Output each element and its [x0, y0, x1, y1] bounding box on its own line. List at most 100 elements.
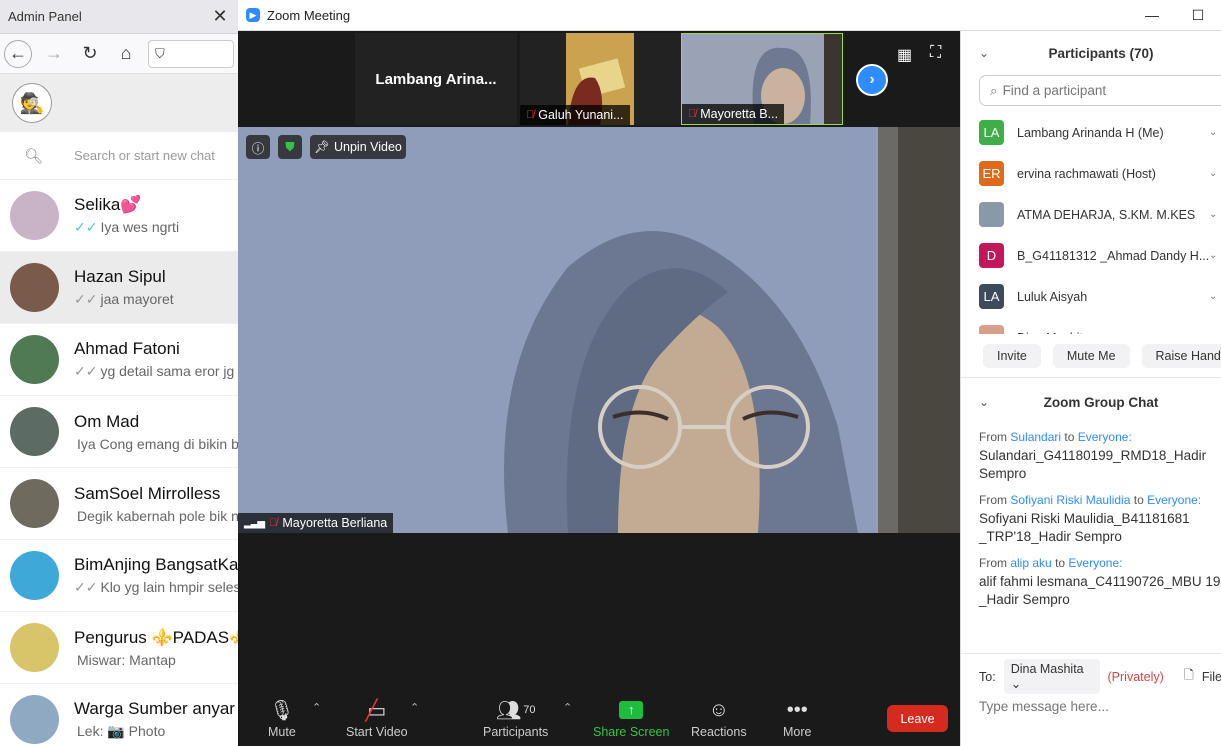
- chat-list-item[interactable]: Warga Sumber anyar Lek: 📷 Photo: [0, 684, 238, 746]
- chevron-down-icon[interactable]: ⌄: [1209, 209, 1221, 220]
- forward-arrow-icon[interactable]: →: [40, 40, 68, 68]
- chevron-down-icon[interactable]: ⌄: [1209, 332, 1221, 334]
- close-icon[interactable]: ✕: [210, 6, 230, 27]
- file-label[interactable]: File: [1202, 670, 1221, 684]
- mute-button[interactable]: 🎙︎ Mute: [268, 695, 296, 740]
- chat-text: Ahmad Fatoni ✓✓ yg detail sama eror jg: [74, 339, 234, 380]
- participant-row[interactable]: ER ervina rachmawati (Host) ⌄: [961, 153, 1221, 194]
- message-sender[interactable]: alip aku: [1010, 556, 1051, 570]
- participants-button[interactable]: 👥︎ 70 Participants: [483, 695, 549, 740]
- chat-list-item[interactable]: Pengurus ⚜️PADAS⚜️ Miswar: Mantap: [0, 612, 238, 684]
- browser-tab[interactable]: Admin Panel ✕: [0, 0, 238, 34]
- chevron-down-icon[interactable]: ⌄: [979, 395, 999, 409]
- message-recipient: Everyone:: [1147, 493, 1202, 507]
- chat-preview: Degik kabernah pole bik ng: [77, 507, 238, 524]
- gallery-view-icon[interactable]: ▦: [897, 45, 912, 65]
- chevron-up-icon[interactable]: ⌃: [410, 701, 419, 714]
- message-sender[interactable]: Sofiyani Riski Maulidia: [1010, 493, 1130, 507]
- chevron-down-icon[interactable]: ⌄: [1209, 250, 1221, 261]
- participant-row[interactable]: Dina Mashita ⌄: [961, 317, 1221, 334]
- chat-last-message: ✓✓ jaa mayoret: [74, 291, 174, 308]
- chat-message-input[interactable]: Type message here...: [961, 699, 1221, 714]
- chat-text: Om Mad Iya Cong emang di bikin bi: [74, 412, 238, 452]
- participant-name: Lambang Arinanda H (Me): [1017, 125, 1164, 140]
- participants-count: 70: [523, 704, 536, 716]
- participant-row[interactable]: LA Luluk Aisyah ⌄: [961, 276, 1221, 317]
- avatar: [10, 623, 59, 672]
- participant-actions: Invite Mute Me Raise Hand: [961, 334, 1221, 378]
- chat-search[interactable]: 🔍︎ Search or start new chat: [0, 132, 238, 180]
- chat-list-item[interactable]: SamSoel Mirrolless Degik kabernah pole b…: [0, 468, 238, 540]
- reactions-button[interactable]: ☺︎ Reactions: [691, 695, 747, 740]
- share-screen-icon: ↑: [619, 695, 644, 725]
- chat-list-item[interactable]: Ahmad Fatoni ✓✓ yg detail sama eror jg: [0, 324, 238, 396]
- chevron-up-icon[interactable]: ⌃: [563, 701, 572, 714]
- start-video-label: Start Video: [346, 725, 408, 739]
- avatar: [10, 263, 59, 312]
- chat-text: Hazan Sipul ✓✓ jaa mayoret: [74, 267, 174, 308]
- avatar: [10, 479, 59, 528]
- search-input[interactable]: Search or start new chat: [74, 148, 215, 163]
- video-off-icon: ▭ ╱: [365, 699, 387, 722]
- thumb-mayoretta[interactable]: 🎙̸ Mayoretta B...: [681, 33, 843, 125]
- chat-list-item[interactable]: Selika💕 ✓✓ Iya wes ngrti: [0, 180, 238, 252]
- chat-list-item[interactable]: Hazan Sipul ✓✓ jaa mayoret: [0, 252, 238, 324]
- to-label: To:: [979, 669, 996, 684]
- chat-last-message: ✓✓ Iya wes ngrti: [74, 219, 179, 236]
- chat-text: SamSoel Mirrolless Degik kabernah pole b…: [74, 484, 238, 524]
- message-sender[interactable]: Sulandari: [1010, 430, 1061, 444]
- more-button[interactable]: ••• More: [783, 695, 811, 740]
- participant-action-button[interactable]: Raise Hand: [1141, 343, 1221, 368]
- participant-action-button[interactable]: Invite: [983, 343, 1041, 368]
- leave-button[interactable]: Leave: [887, 705, 948, 732]
- participant-row[interactable]: D B_G41181312 _Ahmad Dandy H... ⌄: [961, 235, 1221, 276]
- thumb-label: 🎙̸ Galuh Yunani...: [520, 105, 630, 125]
- participant-name: ervina rachmawati (Host): [1017, 166, 1156, 181]
- participant-row[interactable]: LA Lambang Arinanda H (Me) ⌄: [961, 112, 1221, 153]
- chat-text: Selika💕 ✓✓ Iya wes ngrti: [74, 195, 179, 236]
- start-video-button[interactable]: ▭ ╱ Start Video: [346, 695, 408, 740]
- share-screen-button[interactable]: ↑ Share Screen: [593, 695, 669, 739]
- thumb-lambang[interactable]: Lambang Arina...: [355, 33, 517, 125]
- chevron-down-icon[interactable]: ⌄: [1209, 291, 1221, 302]
- chevron-down-icon[interactable]: ⌄: [1209, 168, 1221, 179]
- microphone-icon: 🎙︎: [269, 699, 295, 722]
- chevron-down-icon[interactable]: ⌄: [1209, 127, 1221, 138]
- info-icon[interactable]: ⓘ: [246, 135, 270, 159]
- recipient-select[interactable]: Dina Mashita ⌄: [1003, 659, 1100, 694]
- participants-label: Participants: [483, 725, 549, 739]
- minimize-icon[interactable]: —: [1129, 7, 1175, 23]
- chat-preview: Iya wes ngrti: [100, 219, 180, 235]
- maximize-icon[interactable]: ☐: [1175, 7, 1221, 24]
- chat-list-item[interactable]: Om Mad Iya Cong emang di bikin bi: [0, 396, 238, 468]
- home-icon[interactable]: ⌂: [112, 40, 140, 68]
- read-receipt-icon: ✓✓: [74, 363, 98, 379]
- chevron-down-icon[interactable]: ⌄: [979, 46, 999, 60]
- participants-header: ⌄ Participants (70): [961, 31, 1221, 75]
- chat-preview: Iya Cong emang di bikin bi: [77, 435, 238, 452]
- next-page-icon[interactable]: ›: [856, 64, 888, 96]
- unpin-video-button[interactable]: 📌︎ Unpin Video: [310, 135, 406, 159]
- chat-preview: jaa mayoret: [100, 291, 174, 307]
- fullscreen-icon[interactable]: ⛶: [930, 44, 941, 62]
- more-icon: •••: [786, 698, 808, 721]
- thumb-galuh[interactable]: 🎙̸ Galuh Yunani...: [520, 33, 682, 125]
- side-panel: ⌄ Participants (70) ⌕ Find a participant…: [960, 31, 1221, 746]
- participant-row[interactable]: ATMA DEHARJA, S.KM. M.KES ⌄: [961, 194, 1221, 235]
- participant-search-input[interactable]: ⌕ Find a participant: [979, 75, 1221, 106]
- chevron-up-icon[interactable]: ⌃: [312, 701, 321, 714]
- shield-icon[interactable]: ⛊: [278, 135, 302, 159]
- address-bar[interactable]: ⛉: [148, 39, 234, 68]
- file-icon[interactable]: 🗋: [1184, 666, 1194, 687]
- back-arrow-icon[interactable]: ←: [4, 39, 32, 68]
- to-label: to: [1055, 556, 1066, 570]
- avatar[interactable]: 🕵: [12, 83, 52, 123]
- message-recipient: Everyone:: [1068, 556, 1123, 570]
- shield-icon: ⛉: [155, 45, 165, 61]
- reload-icon[interactable]: ↻: [76, 40, 104, 68]
- zoom-logo-icon: ▶: [246, 8, 260, 22]
- message-header: From alip aku to Everyone:: [979, 556, 1221, 570]
- participant-action-button[interactable]: Mute Me: [1052, 343, 1130, 368]
- chat-list-item[interactable]: BimAnjing BangsatKar ✓✓ Klo yg lain hmpir…: [0, 540, 238, 612]
- privately-label: (Privately): [1107, 669, 1164, 684]
